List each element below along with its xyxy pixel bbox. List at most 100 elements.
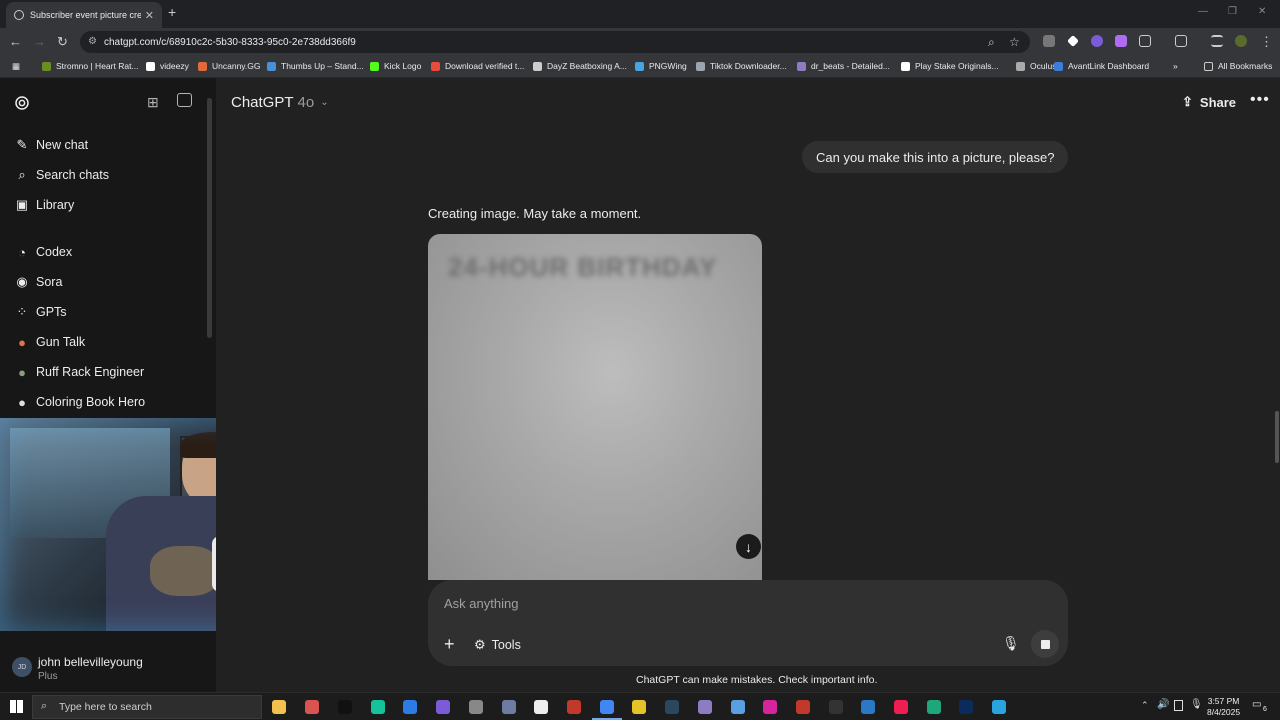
sidebar-scrollbar[interactable] bbox=[207, 98, 212, 338]
reading-list-icon[interactable] bbox=[1211, 35, 1223, 47]
sidebar-item-ruff-rack-engineer[interactable]: ● Ruff Rack Engineer bbox=[14, 364, 144, 380]
app-icon[interactable] bbox=[861, 700, 875, 714]
taskbar-search[interactable]: ⌕ Type here to search bbox=[32, 695, 262, 719]
bookmark-item[interactable]: Thumbs Up – Stand... bbox=[267, 61, 364, 71]
site-info-icon[interactable]: ⚙ bbox=[88, 36, 97, 47]
gpt-grid-icon[interactable]: ⊞ bbox=[147, 94, 159, 111]
app-icon[interactable] bbox=[403, 700, 417, 714]
bookmark-item[interactable]: videezy bbox=[146, 61, 189, 71]
new-tab-button[interactable]: + bbox=[168, 4, 176, 20]
bookmark-item[interactable]: Tiktok Downloader... bbox=[696, 61, 787, 71]
bookmark-item[interactable]: Download verified t... bbox=[431, 61, 524, 71]
file-explorer-icon[interactable] bbox=[272, 700, 286, 714]
address-bar[interactable]: ⚙ chatgpt.com/c/68910c2c-5b30-8333-95c0-… bbox=[80, 31, 1030, 53]
telegram-icon[interactable] bbox=[992, 700, 1006, 714]
profile-avatar-icon[interactable] bbox=[1235, 35, 1247, 47]
system-tray-chevron-icon[interactable]: ⌃ bbox=[1141, 700, 1149, 711]
bookmark-item[interactable]: Uncanny.GG bbox=[198, 61, 261, 71]
volume-icon[interactable]: 🔊 bbox=[1157, 699, 1169, 710]
microphone-icon[interactable]: 🎙 bbox=[1002, 635, 1020, 652]
model-selector[interactable]: ChatGPT 4o ⌄ bbox=[231, 94, 329, 111]
sidebar-item-library[interactable]: ▣ Library bbox=[14, 197, 74, 213]
app-icon[interactable] bbox=[502, 700, 516, 714]
sidebar-item-coloring-book-hero[interactable]: ● Coloring Book Hero bbox=[14, 394, 145, 410]
extension-icon[interactable] bbox=[1043, 35, 1055, 47]
stop-generating-button[interactable] bbox=[1031, 630, 1059, 658]
add-attachment-button[interactable]: + bbox=[444, 634, 455, 655]
bookmark-item[interactable]: Play Stake Originals... bbox=[901, 61, 999, 71]
side-panel-icon[interactable] bbox=[1175, 35, 1187, 47]
sidebar-item-search-chats[interactable]: ⌕ Search chats bbox=[14, 167, 109, 183]
bookmark-star-icon[interactable]: ☆ bbox=[1009, 35, 1020, 49]
user-name[interactable]: john bellevilleyoung bbox=[38, 655, 143, 669]
extension-icon[interactable] bbox=[1067, 35, 1079, 47]
extension-icon[interactable] bbox=[1115, 35, 1127, 47]
bookmark-item[interactable]: Stromno | Heart Rat... bbox=[42, 61, 139, 71]
close-window-button[interactable]: ✕ bbox=[1258, 6, 1266, 17]
main-scrollbar[interactable] bbox=[1275, 411, 1279, 463]
steam-icon[interactable] bbox=[665, 700, 679, 714]
edit-icon: ✎ bbox=[16, 137, 28, 152]
system-clock[interactable]: 3:57 PM 8/4/2025 bbox=[1207, 696, 1240, 718]
generated-image-preview[interactable]: 24-HOUR BIRTHDAY bbox=[428, 234, 762, 580]
photoshop-icon[interactable] bbox=[959, 700, 973, 714]
epic-games-icon[interactable] bbox=[829, 700, 843, 714]
network-icon[interactable] bbox=[1174, 700, 1183, 711]
scroll-down-button[interactable]: ↓ bbox=[736, 534, 761, 559]
notepad-icon[interactable] bbox=[534, 700, 548, 714]
extensions-puzzle-icon[interactable] bbox=[1139, 35, 1151, 47]
bookmark-item[interactable]: AvantLink Dashboard bbox=[1054, 61, 1149, 71]
maximize-button[interactable]: ❐ bbox=[1228, 6, 1237, 17]
app-icon[interactable] bbox=[698, 700, 712, 714]
avatar[interactable]: JD bbox=[12, 657, 32, 677]
sidebar-item-gpts[interactable]: ⁘ GPTs bbox=[14, 304, 67, 320]
apps-grid-icon[interactable]: ▦ bbox=[12, 61, 20, 72]
close-tab-icon[interactable]: ✕ bbox=[145, 9, 154, 22]
sidebar-item-codex[interactable]: ◔ Codex bbox=[14, 244, 72, 260]
openai-logo-icon[interactable] bbox=[13, 94, 31, 112]
instagram-icon[interactable] bbox=[763, 700, 777, 714]
discord-icon[interactable] bbox=[436, 700, 450, 714]
library-icon: ▣ bbox=[15, 197, 29, 212]
bookmark-item[interactable]: Kick Logo bbox=[370, 61, 421, 71]
grammarly-icon[interactable] bbox=[371, 700, 385, 714]
sidebar-item-sora[interactable]: ◉ Sora bbox=[14, 274, 62, 290]
app-icon[interactable] bbox=[632, 700, 646, 714]
bookmark-item[interactable]: Oculus bbox=[1016, 61, 1056, 71]
windows-start-icon[interactable] bbox=[10, 700, 23, 713]
reload-button[interactable]: ↻ bbox=[57, 34, 68, 50]
browser-menu-icon[interactable]: ⋮ bbox=[1260, 34, 1273, 50]
tiktok-icon[interactable] bbox=[338, 700, 352, 714]
browser-tab[interactable]: Subscriber event picture creati... ✕ bbox=[6, 2, 162, 28]
more-options-icon[interactable]: ••• bbox=[1250, 91, 1270, 109]
all-bookmarks[interactable]: All Bookmarks bbox=[1204, 61, 1272, 71]
screen-recorder-icon[interactable] bbox=[305, 700, 319, 714]
bookmark-item[interactable]: dr_beats - Detailed... bbox=[797, 61, 890, 71]
app-icon[interactable] bbox=[469, 700, 483, 714]
sidebar-item-label: Coloring Book Hero bbox=[36, 395, 146, 409]
chrome-icon[interactable] bbox=[600, 700, 614, 714]
edge-icon[interactable] bbox=[927, 700, 941, 714]
app-icon[interactable] bbox=[567, 700, 581, 714]
share-button[interactable]: ⇪ Share bbox=[1182, 94, 1236, 110]
bookmark-favicon-icon bbox=[431, 61, 440, 71]
app-icon[interactable] bbox=[731, 700, 745, 714]
more-bookmarks-icon[interactable]: » bbox=[1173, 61, 1178, 71]
prompt-input[interactable] bbox=[444, 592, 1004, 614]
microphone-tray-icon[interactable]: 🎙 bbox=[1190, 699, 1203, 710]
minimize-button[interactable]: — bbox=[1198, 6, 1208, 17]
bookmark-item[interactable]: PNGWing bbox=[635, 61, 687, 71]
forward-button[interactable]: → bbox=[33, 34, 46, 49]
extension-icon[interactable] bbox=[1091, 35, 1103, 47]
back-button[interactable]: ← bbox=[9, 34, 22, 49]
tiktok-icon[interactable] bbox=[894, 700, 908, 714]
bookmark-item[interactable]: DayZ Beatboxing A... bbox=[533, 61, 627, 71]
zoom-icon[interactable]: ⌕ bbox=[988, 35, 995, 50]
sidebar-item-new-chat[interactable]: ✎ New chat bbox=[14, 137, 89, 153]
dayz-icon[interactable] bbox=[796, 700, 810, 714]
sidebar-item-gun-talk[interactable]: ● Gun Talk bbox=[14, 334, 85, 350]
sidebar-toggle-icon[interactable] bbox=[177, 93, 192, 107]
bookmark-favicon-icon bbox=[696, 61, 705, 71]
notifications-icon[interactable]: ▭ bbox=[1252, 699, 1261, 710]
tools-button[interactable]: ⚙ Tools bbox=[474, 637, 521, 653]
